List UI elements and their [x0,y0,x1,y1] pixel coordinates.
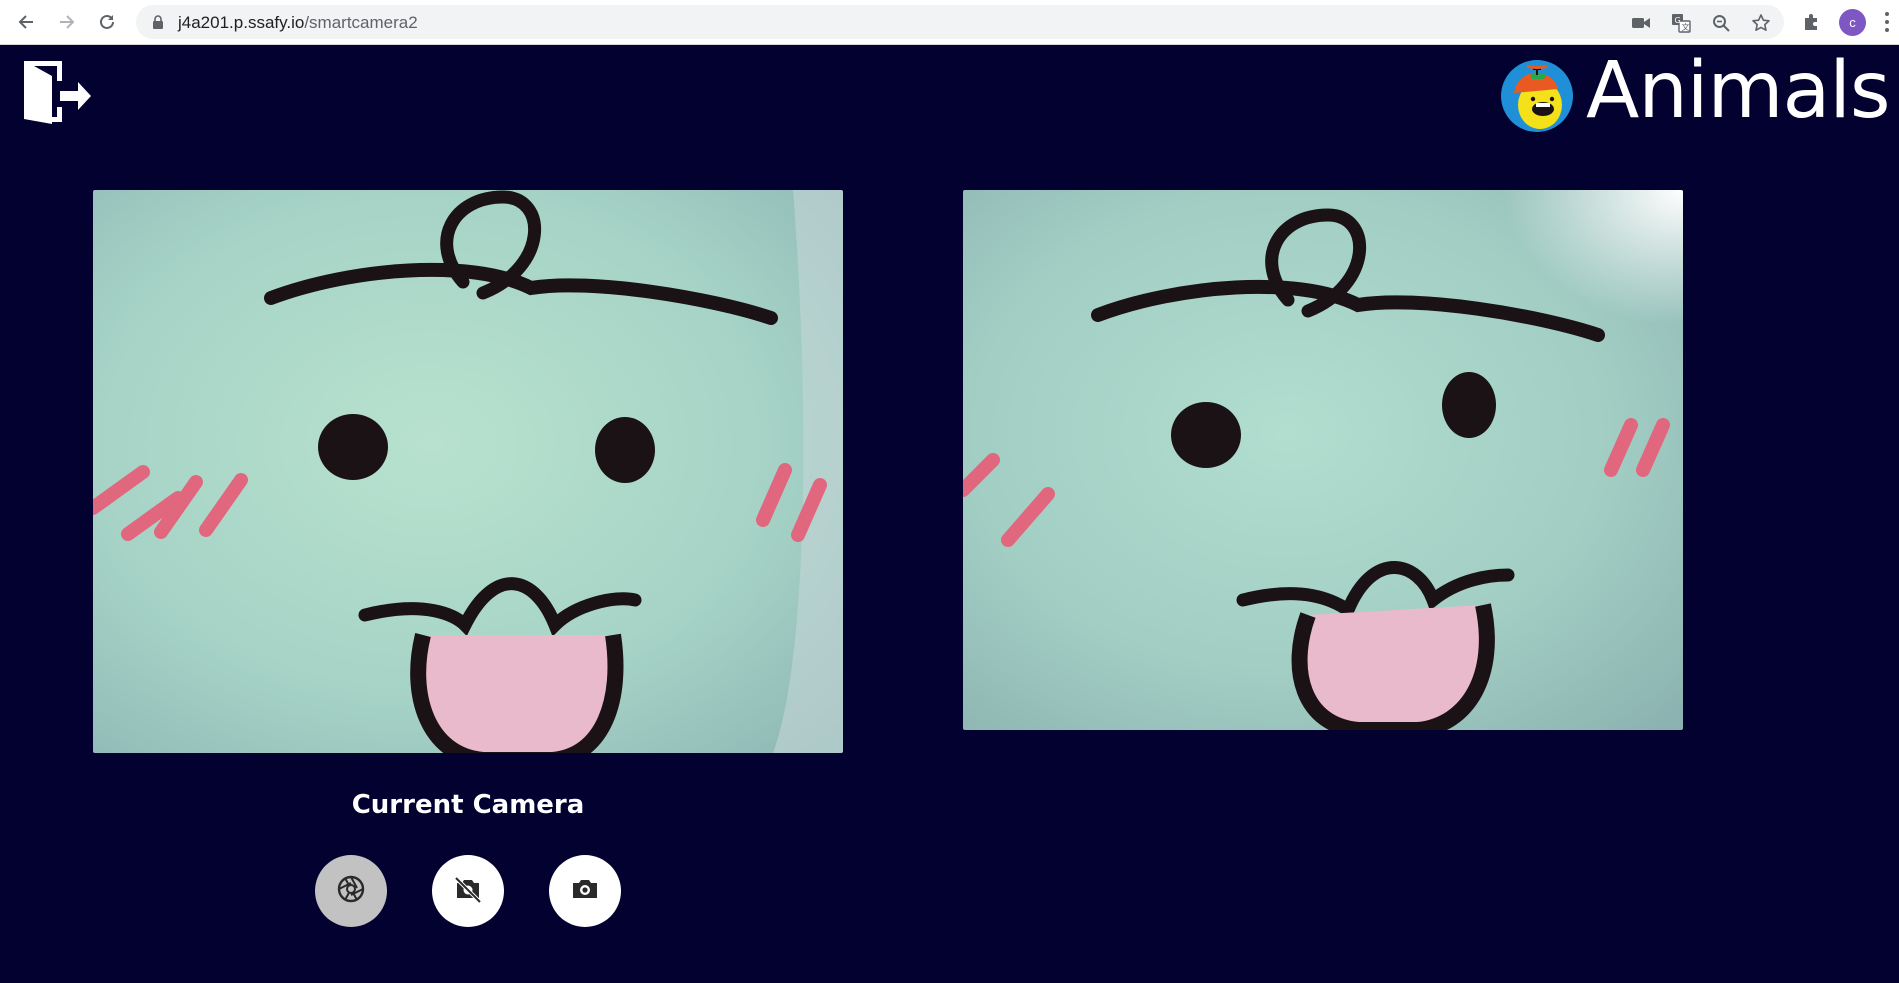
svg-text:G: G [1675,16,1681,25]
url-host: j4a201.p.ssafy.io [178,13,305,32]
brand-title: Animals [1586,46,1891,136]
browser-toolbar: j4a201.p.ssafy.io/smartcamera2 G文 c [0,0,1899,45]
address-bar[interactable]: j4a201.p.ssafy.io/smartcamera2 G文 [136,5,1784,39]
menu-kebab-icon[interactable] [1884,12,1890,32]
current-camera-feed [93,190,843,753]
reload-icon[interactable] [94,9,120,35]
camera-icon [570,874,600,909]
mascot-logo-icon [1500,59,1574,133]
extensions-puzzle-icon[interactable] [1800,10,1824,34]
zoom-icon[interactable] [1710,12,1732,34]
aperture-icon [336,874,366,909]
lock-icon [152,15,164,34]
svg-text:文: 文 [1682,22,1690,32]
camera-in-use-icon[interactable] [1630,12,1652,34]
back-arrow-icon[interactable] [13,9,39,35]
url-text[interactable]: j4a201.p.ssafy.io/smartcamera2 [178,13,418,33]
profile-avatar[interactable]: c [1839,9,1866,36]
capture-button[interactable] [549,855,621,927]
logout-door-icon[interactable] [20,59,92,131]
bookmark-star-icon[interactable] [1750,12,1772,34]
forward-arrow-icon[interactable] [54,9,80,35]
url-path: /smartcamera2 [304,13,418,32]
brand-header: Animals [1500,46,1891,136]
camera-off-icon [453,874,483,909]
camera-off-button[interactable] [432,855,504,927]
shutter-button[interactable] [315,855,387,927]
translate-icon[interactable]: G文 [1670,12,1692,34]
current-camera-label: Current Camera [351,790,585,820]
captured-image [963,190,1683,730]
